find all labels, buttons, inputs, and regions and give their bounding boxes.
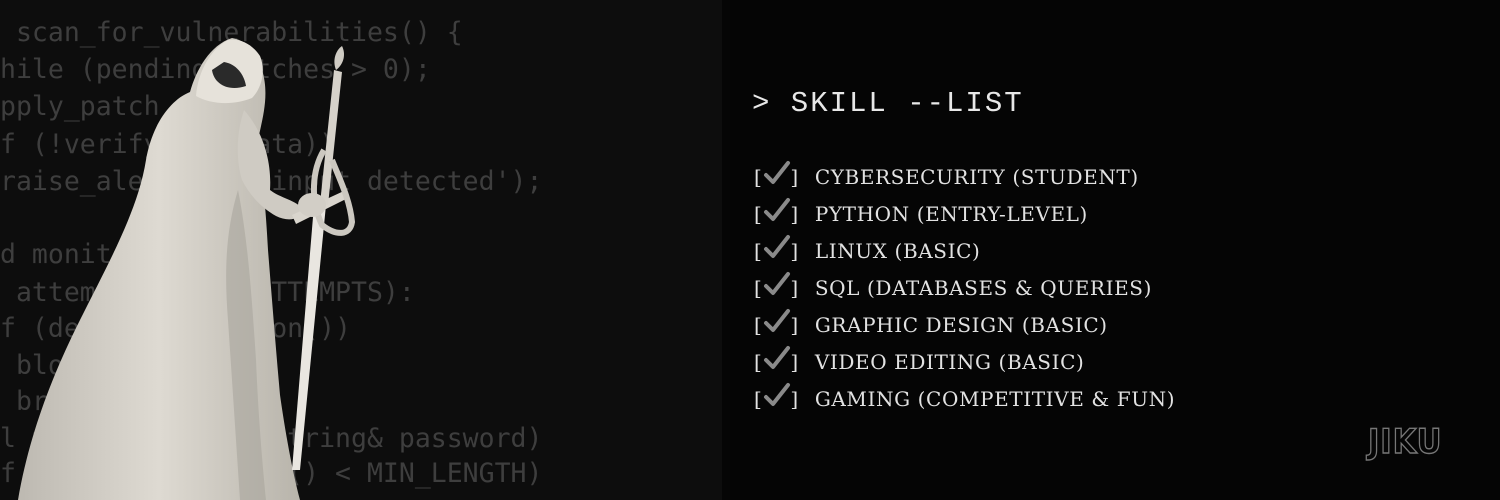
bracket-open: [ (754, 275, 763, 300)
skill-label: GAMING (COMPETITIVE & FUN) (814, 386, 1176, 411)
code-background-panel: scan_for_vulnerabilities() { hile (pendi… (0, 0, 722, 500)
skill-label: SQL (DATABASES & QUERIES) (814, 275, 1152, 300)
checkmark-icon (764, 345, 791, 369)
skill-list: [ ] CYBERSECURITY (STUDENT) [ ] PYTHON (… (754, 158, 1175, 417)
checkmark-icon (764, 271, 791, 295)
skill-item: [ ] LINUX (BASIC) (754, 232, 1175, 269)
skill-item: [ ] VIDEO EDITING (BASIC) (754, 343, 1175, 380)
hooded-knight-icon (18, 38, 356, 500)
skill-label: VIDEO EDITING (BASIC) (814, 349, 1085, 374)
bracket-open: [ (754, 312, 763, 337)
skill-item: [ ] GRAPHIC DESIGN (BASIC) (754, 306, 1175, 343)
skill-item: [ ] GAMING (COMPETITIVE & FUN) (754, 380, 1175, 417)
bracket-open: [ (754, 349, 763, 374)
skill-item: [ ] CYBERSECURITY (STUDENT) (754, 158, 1175, 195)
checkmark-icon (764, 197, 791, 221)
page-title: > SKILL --LIST (752, 87, 1024, 120)
skill-item: [ ] PYTHON (ENTRY-LEVEL) (754, 195, 1175, 232)
skill-label: CYBERSECURITY (STUDENT) (814, 164, 1139, 189)
bracket-open: [ (754, 238, 763, 263)
bracket-open: [ (754, 164, 763, 189)
bracket-open: [ (754, 201, 763, 226)
skill-item: [ ] SQL (DATABASES & QUERIES) (754, 269, 1175, 306)
logo: JIKU (1367, 421, 1443, 462)
skill-label: GRAPHIC DESIGN (BASIC) (814, 312, 1108, 337)
skill-label: LINUX (BASIC) (814, 238, 981, 263)
checkmark-icon (764, 160, 791, 184)
checkmark-icon (764, 382, 791, 406)
checkmark-icon (764, 234, 791, 258)
bracket-open: [ (754, 386, 763, 411)
checkmark-icon (764, 308, 791, 332)
skill-label: PYTHON (ENTRY-LEVEL) (814, 201, 1088, 226)
